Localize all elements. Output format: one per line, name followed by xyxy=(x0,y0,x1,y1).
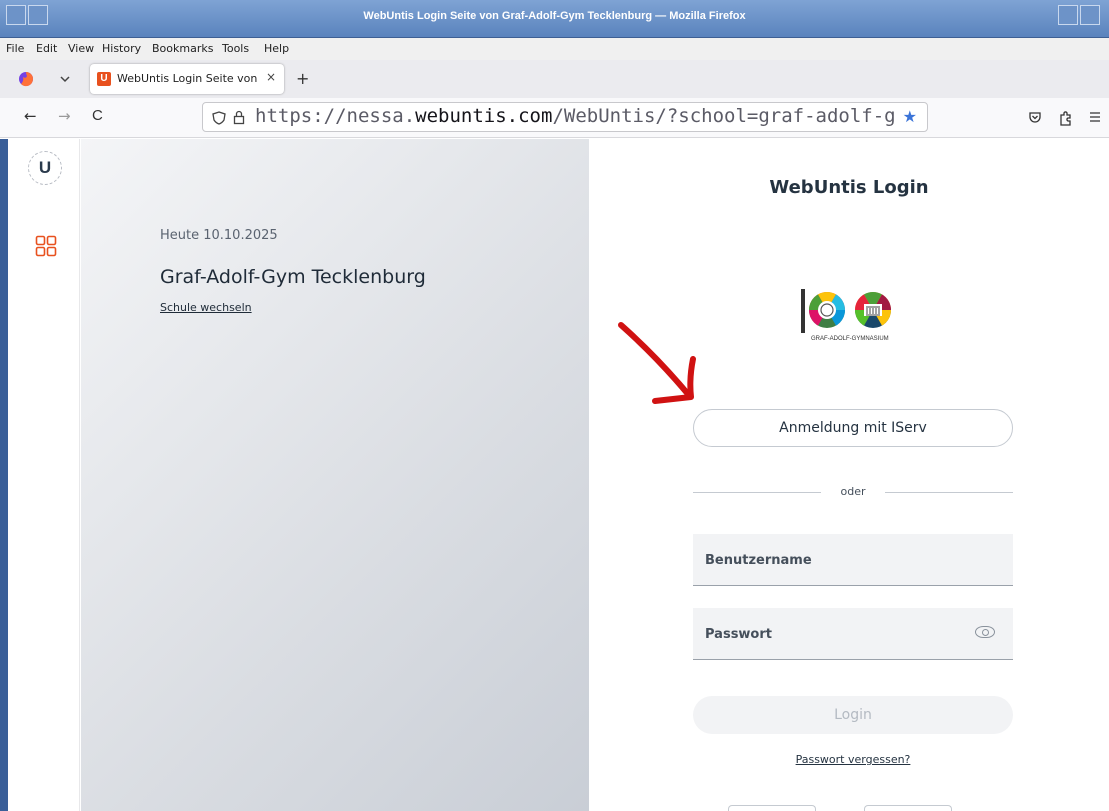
username-field[interactable]: Benutzername xyxy=(693,534,1013,586)
school-info-panel: Heute 10.10.2025 Graf-Adolf-Gym Tecklenb… xyxy=(81,139,589,811)
pocket-icon[interactable] xyxy=(1028,111,1042,125)
switch-school-link[interactable]: Schule wechseln xyxy=(160,301,252,314)
dashboard-icon[interactable] xyxy=(35,235,57,257)
extensions-icon[interactable] xyxy=(1058,109,1074,127)
firefox-icon[interactable] xyxy=(18,71,34,87)
tab-title: WebUntis Login Seite von ( xyxy=(117,72,257,85)
reload-button[interactable]: C xyxy=(92,107,103,124)
login-panel: WebUntis Login GRAF-ADOLF-GYMNASIUM Anme… xyxy=(589,139,1109,811)
menu-bookmarks[interactable]: Bookmarks xyxy=(152,42,213,55)
webuntis-favicon-icon: U xyxy=(97,72,111,86)
password-placeholder: Passwort xyxy=(705,627,772,642)
menu-tools[interactable]: Tools xyxy=(222,42,249,55)
tab-list-chevron-down-icon[interactable] xyxy=(60,75,70,83)
menu-bar: File Edit View History Bookmarks Tools H… xyxy=(0,38,1109,60)
webuntis-logo-icon[interactable]: U xyxy=(28,151,62,185)
window-title: WebUntis Login Seite von Graf-Adolf-Gym … xyxy=(363,10,746,22)
show-password-eye-icon[interactable] xyxy=(975,626,995,638)
tracking-shield-icon[interactable] xyxy=(212,111,226,125)
red-annotation-arrow xyxy=(618,322,696,404)
hamburger-menu-icon[interactable] xyxy=(1089,111,1101,123)
url-prefix: https://nessa. xyxy=(255,105,416,127)
school-name: Graf-Adolf-Gym Tecklenburg xyxy=(160,266,426,288)
footer-button-left[interactable] xyxy=(728,805,816,811)
tab-close-icon[interactable]: × xyxy=(266,70,276,84)
login-title: WebUntis Login xyxy=(769,177,929,198)
menu-history[interactable]: History xyxy=(102,42,141,55)
login-button[interactable]: Login xyxy=(693,696,1013,734)
url-domain: webuntis.com xyxy=(415,105,553,127)
window-maximize-button[interactable] xyxy=(1080,5,1100,25)
menu-edit[interactable]: Edit xyxy=(36,42,57,55)
tab-webuntis-login[interactable]: U WebUntis Login Seite von ( × xyxy=(90,64,284,94)
navigation-bar: ← → C https://nessa.webuntis.com/WebUnti… xyxy=(0,98,1109,138)
app-side-rail: U xyxy=(8,139,80,811)
window-left-edge xyxy=(0,139,8,811)
menu-file[interactable]: File xyxy=(6,42,24,55)
school-logo-caption: GRAF-ADOLF-GYMNASIUM xyxy=(811,336,889,342)
lock-icon[interactable] xyxy=(233,110,245,125)
new-tab-button[interactable]: + xyxy=(296,69,309,88)
window-minimize-button[interactable] xyxy=(1058,5,1078,25)
school-logo: GRAF-ADOLF-GYMNASIUM xyxy=(801,289,891,342)
tab-bar: U WebUntis Login Seite von ( × + xyxy=(0,60,1109,98)
username-placeholder: Benutzername xyxy=(705,553,812,568)
or-divider: oder xyxy=(693,485,1013,499)
password-field[interactable]: Passwort xyxy=(693,608,1013,660)
forward-button[interactable]: → xyxy=(58,107,71,125)
menu-help[interactable]: Help xyxy=(264,42,289,55)
today-date: Heute 10.10.2025 xyxy=(160,228,278,243)
menu-view[interactable]: View xyxy=(68,42,94,55)
iserv-login-button[interactable]: Anmeldung mit IServ xyxy=(693,409,1013,447)
window-title-bar: WebUntis Login Seite von Graf-Adolf-Gym … xyxy=(0,0,1109,38)
url-text[interactable]: https://nessa.webuntis.com/WebUntis/?sch… xyxy=(255,105,895,127)
url-bar[interactable]: https://nessa.webuntis.com/WebUntis/?sch… xyxy=(202,102,928,132)
url-path: /WebUntis/?school=graf-adolf-gy xyxy=(552,105,895,127)
forgot-password-link[interactable]: Passwort vergessen? xyxy=(589,753,1109,766)
bookmark-star-icon[interactable]: ★ xyxy=(903,107,917,126)
footer-button-right[interactable] xyxy=(864,805,952,811)
back-button[interactable]: ← xyxy=(24,107,37,125)
divider-line-right xyxy=(885,492,1013,493)
